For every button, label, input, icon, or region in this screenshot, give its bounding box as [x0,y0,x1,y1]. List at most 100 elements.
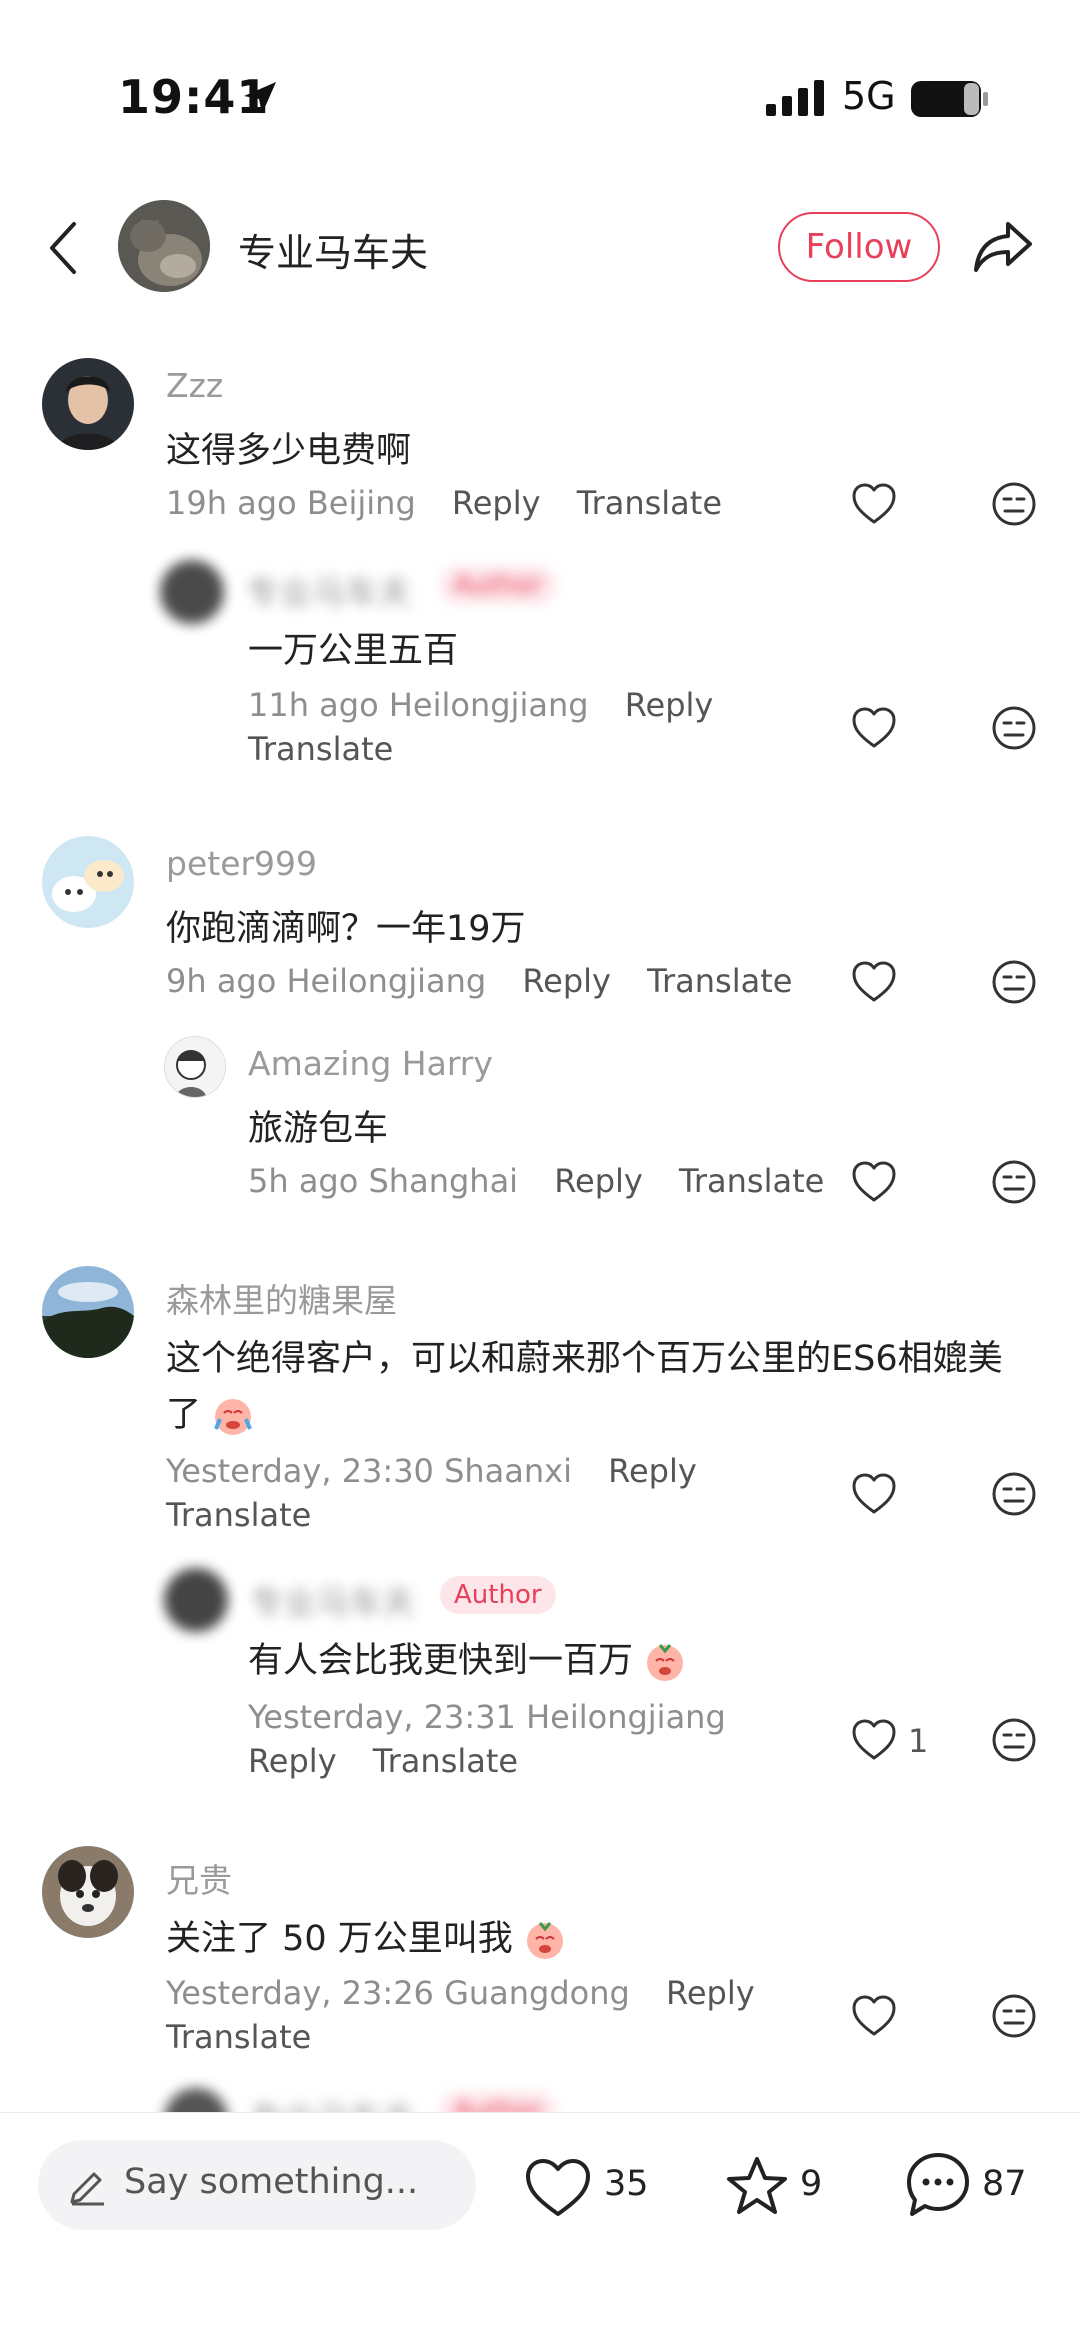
comment-text: 你跑滴滴啊？一年19万 [166,909,526,949]
like-heart-icon[interactable] [850,480,898,528]
comment-meta: Yesterday, 23:26 Guangdong Reply [166,1974,755,2012]
comment-meta: Yesterday, 23:31 Heilongjiang [248,1698,726,1736]
avatar[interactable] [42,1266,134,1358]
crying-emoji-icon [526,1922,563,1959]
comment-text-tail: 了 [166,1395,202,1435]
comment-meta-line2: Translate [166,1496,311,1534]
translate-button[interactable]: Translate [577,484,722,522]
translate-button[interactable]: Translate [166,2018,311,2056]
comment-time: 9h ago [166,962,277,1000]
avatar[interactable] [42,1846,134,1938]
comment-text: 旅游包车 [248,1109,389,1149]
comment-meta-line2: Translate [166,2018,311,2056]
comment-username[interactable]: 专业马车夫 [246,566,411,614]
follow-button[interactable]: Follow [778,212,940,282]
avatar[interactable] [42,836,134,928]
comment-count: 87 [982,2164,1027,2204]
comment-time: 11h ago [248,686,379,724]
comment-location: Heilongjiang [388,686,589,724]
reply-button[interactable]: Reply [522,962,611,1000]
comment-text: 关注了 50 万公里叫我 [166,1919,513,1959]
comment-location: Heilongjiang [286,962,487,1000]
like-heart-icon[interactable] [850,958,898,1006]
reply-button[interactable]: Reply [452,484,541,522]
comment-meta-line2: Reply Translate [248,1742,518,1780]
comment-username[interactable]: 专业马车夫 [250,1576,415,1624]
comment-text: 这个绝得客户，可以和蔚来那个百万公里的ES6相媲美 [166,1339,1003,1379]
like-heart-icon[interactable] [850,1716,898,1764]
comment-text-line: 关注了 50 万公里叫我 [166,1910,566,1961]
reply-button[interactable]: Reply [248,1742,337,1780]
like-count: 1 [908,1722,929,1760]
comment-location: Beijing [306,484,416,522]
comment-text: 一万公里五百 [248,631,459,671]
dislike-face-icon[interactable] [990,480,1038,528]
comment-username[interactable]: Zzz [166,366,223,405]
comment-location: Guangdong [444,1974,630,2012]
author-badge: Author [440,1576,556,1614]
avatar[interactable] [42,358,134,450]
back-icon[interactable] [44,218,84,278]
comment-meta-line2: Translate [248,730,393,768]
dislike-face-icon[interactable] [990,1470,1038,1518]
comment-meta: Yesterday, 23:30 Shaanxi Reply [166,1452,697,1490]
comment-time: Yesterday, 23:26 [166,1974,434,2012]
comment-username[interactable]: 兄贵 [166,1854,232,1902]
comment-time: 5h ago [248,1162,359,1200]
author-badge: Author [440,566,556,604]
comment-username[interactable]: peter999 [166,844,317,883]
avatar[interactable] [164,1568,228,1632]
like-heart-icon[interactable] [850,1992,898,2040]
like-heart-icon[interactable] [850,1470,898,1518]
comment-meta: 5h ago Shanghai Reply Translate [248,1162,824,1200]
comment-location: Shanghai [368,1162,519,1200]
reply-button[interactable]: Reply [666,1974,755,2012]
like-heart-icon[interactable] [524,2158,592,2218]
avatar[interactable] [164,1036,226,1098]
crying-laughing-emoji-icon [214,1399,253,1435]
comment-time: Yesterday, 23:30 [166,1452,434,1490]
dislike-face-icon[interactable] [990,1158,1038,1206]
comment-text-line2: 了 [166,1386,254,1437]
battery-icon [911,81,988,117]
comment-time: 19h ago [166,484,297,522]
translate-button[interactable]: Translate [647,962,792,1000]
comment-location: Heilongjiang [526,1698,726,1736]
comment-text: 这得多少电费啊 [166,431,412,471]
reply-button[interactable]: Reply [554,1162,643,1200]
comment-meta: 19h ago Beijing Reply Translate [166,484,722,522]
signal-icon [766,80,824,116]
comment-username[interactable]: 森林里的糖果屋 [166,1274,397,1322]
comment-time: Yesterday, 23:31 [248,1698,516,1736]
like-heart-icon[interactable] [850,704,898,752]
comment-text-line: 有人会比我更快到一百万 [248,1632,686,1683]
network-type: 5G [842,74,896,118]
comment-location: Shaanxi [444,1452,572,1490]
like-count: 35 [604,2164,649,2204]
translate-button[interactable]: Translate [248,730,393,768]
reply-button[interactable]: Reply [625,686,714,724]
comment-meta: 9h ago Heilongjiang Reply Translate [166,962,792,1000]
like-heart-icon[interactable] [850,1158,898,1206]
translate-button[interactable]: Translate [679,1162,824,1200]
author-name[interactable]: 专业马车夫 [238,222,428,277]
comment-input-placeholder[interactable]: Say something... [124,2162,418,2202]
share-icon[interactable] [972,218,1034,274]
dislike-face-icon[interactable] [990,958,1038,1006]
reply-button[interactable]: Reply [608,1452,697,1490]
location-arrow-icon [244,82,276,114]
dislike-face-icon[interactable] [990,1992,1038,2040]
comment-meta: 11h ago Heilongjiang Reply [248,686,713,724]
author-avatar[interactable] [118,200,210,292]
star-icon[interactable] [724,2154,790,2220]
comment-bubble-icon[interactable] [904,2150,972,2220]
avatar[interactable] [160,560,224,624]
translate-button[interactable]: Translate [373,1742,518,1780]
favorite-count: 9 [800,2164,823,2204]
dislike-face-icon[interactable] [990,1716,1038,1764]
crying-emoji-icon [647,1644,684,1681]
comment-username[interactable]: Amazing Harry [248,1044,493,1083]
translate-button[interactable]: Translate [166,1496,311,1534]
dislike-face-icon[interactable] [990,704,1038,752]
comment-text: 有人会比我更快到一百万 [248,1641,634,1681]
